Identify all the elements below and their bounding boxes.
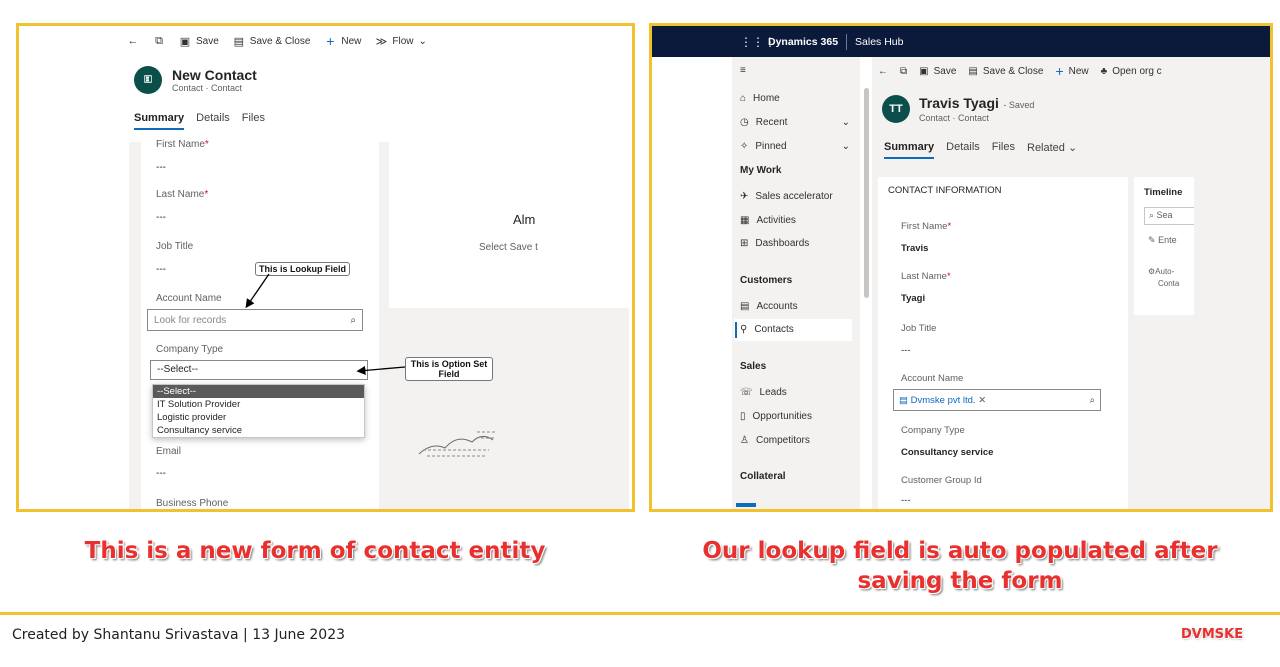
open-org-chart-button[interactable]: ♣ Open org c bbox=[1101, 66, 1162, 77]
plus-icon: + bbox=[1055, 63, 1064, 79]
footer-divider bbox=[0, 612, 1280, 615]
sidebar-item-accounts[interactable]: ▤ Accounts bbox=[740, 301, 850, 312]
save-close-icon: ▤ bbox=[968, 65, 978, 77]
tab-related[interactable]: Related ⌄ bbox=[1027, 141, 1077, 159]
org-chart-icon: ♣ bbox=[1100, 65, 1108, 77]
group-sales: Sales bbox=[740, 361, 767, 372]
sidebar-item-sales-accelerator[interactable]: ✈ Sales accelerator bbox=[740, 191, 850, 202]
dashboard-icon: ⊞ bbox=[740, 238, 749, 249]
timeline-auto-post-text: Conta bbox=[1158, 279, 1180, 288]
waffle-icon[interactable]: ⋮⋮⋮ bbox=[740, 35, 776, 49]
command-bar: ← ⧉ ▣ Save ▤ Save & Close + New ♣ Open org c bbox=[878, 61, 1162, 81]
tab-details[interactable]: Details bbox=[946, 141, 980, 159]
annotation-arrows bbox=[245, 273, 406, 375]
save-status: - Saved bbox=[1003, 100, 1035, 110]
last-name-value[interactable]: Tyagi bbox=[901, 293, 925, 304]
sidebar-active-indicator bbox=[735, 322, 737, 338]
timeline-note-input[interactable]: ✎ Ente bbox=[1148, 235, 1177, 246]
search-icon[interactable]: ⌕ bbox=[1090, 395, 1095, 406]
contact-avatar: TT bbox=[882, 95, 910, 123]
timeline-search-input[interactable]: ⌕ Sea bbox=[1144, 207, 1194, 225]
account-name-lookup-input[interactable]: ▤ Dvmske pvt ltd. ✕ ⌕ bbox=[893, 389, 1101, 411]
job-title-value[interactable]: --- bbox=[901, 345, 911, 356]
hamburger-menu-button[interactable]: ≡ bbox=[740, 65, 850, 76]
first-name-label: First Name* bbox=[901, 221, 952, 232]
sidebar-item-pinned[interactable]: ✧ Pinned ⌄ bbox=[740, 141, 850, 152]
app-name[interactable]: Sales Hub bbox=[855, 36, 903, 48]
last-name-label: Last Name* bbox=[901, 271, 951, 282]
pencil-icon: ✎ bbox=[1148, 235, 1156, 245]
remove-icon[interactable]: ✕ bbox=[978, 395, 986, 406]
tab-files[interactable]: Files bbox=[992, 141, 1015, 159]
saved-contact-screenshot-panel: ⋮⋮⋮ Dynamics 365 Sales Hub ≡ ⌂ Home ◷ Rece… bbox=[649, 23, 1273, 512]
timeline-auto-post: ⚙Auto- bbox=[1148, 267, 1175, 276]
group-customers: Customers bbox=[740, 275, 793, 286]
tab-summary[interactable]: Summary bbox=[884, 141, 935, 159]
save-button[interactable]: ▣ Save bbox=[919, 66, 956, 77]
right-caption: Our lookup field is auto populated after… bbox=[702, 538, 1218, 594]
save-icon: ▣ bbox=[919, 65, 929, 77]
contact-icon: ⚲ bbox=[740, 324, 748, 335]
record-header: TT Travis Tyagi - Saved Contact · Contac… bbox=[882, 95, 1034, 123]
account-icon: ▤ bbox=[740, 301, 750, 312]
area-switcher-indicator[interactable] bbox=[736, 503, 756, 507]
rocket-icon: ✈ bbox=[740, 191, 749, 202]
timeline-card: Timeline ⌕ Sea ✎ Ente ⚙Auto- Conta bbox=[1134, 177, 1194, 315]
contact-information-section: CONTACT INFORMATION First Name* Travis L… bbox=[878, 177, 1128, 509]
footer-credit: Created by Shantanu Srivastava | 13 June… bbox=[12, 627, 346, 643]
record-subtitle[interactable]: Contact · Contact bbox=[919, 113, 1034, 123]
hamburger-icon: ≡ bbox=[740, 65, 746, 76]
first-name-value[interactable]: Travis bbox=[901, 243, 928, 254]
group-my-work: My Work bbox=[740, 165, 782, 176]
sidebar-item-dashboards[interactable]: ⊞ Dashboards bbox=[740, 238, 850, 249]
home-icon: ⌂ bbox=[740, 93, 747, 104]
chevron-down-icon: ⌄ bbox=[841, 117, 850, 128]
sidebar-item-leads[interactable]: ☏ Leads bbox=[740, 387, 850, 398]
clock-icon: ◷ bbox=[740, 117, 749, 128]
competitor-icon: ♙ bbox=[740, 435, 749, 446]
section-title: CONTACT INFORMATION bbox=[888, 185, 1002, 196]
company-type-label: Company Type bbox=[901, 425, 965, 436]
company-type-value[interactable]: Consultancy service bbox=[901, 447, 993, 458]
record-main-area: ← ⧉ ▣ Save ▤ Save & Close + New ♣ Open org c… bbox=[872, 57, 1270, 509]
save-close-button[interactable]: ▤ Save & Close bbox=[968, 66, 1043, 77]
left-caption: This is a new form of contact entity bbox=[84, 538, 546, 564]
customer-group-label: Customer Group Id bbox=[901, 475, 982, 486]
sidebar-item-home[interactable]: ⌂ Home bbox=[740, 93, 850, 104]
activities-icon: ▦ bbox=[740, 215, 750, 226]
top-navigation-bar: ⋮⋮⋮ Dynamics 365 Sales Hub bbox=[652, 26, 1270, 57]
brand-logo: DVMSKE bbox=[1181, 627, 1244, 642]
new-contact-screenshot-panel: ← ⧉ ▣ Save ▤ Save & Close + New ≫ Flow ⌄ 🗉 Ne… bbox=[16, 23, 635, 512]
form-tabs: Summary Details Files Related ⌄ bbox=[884, 141, 1077, 159]
leads-icon: ☏ bbox=[740, 387, 753, 398]
new-button[interactable]: + New bbox=[1055, 63, 1088, 79]
customer-group-value[interactable]: --- bbox=[901, 495, 911, 506]
sidebar-item-opportunities[interactable]: ▯ Opportunities bbox=[740, 411, 850, 422]
record-title: Travis Tyagi bbox=[919, 95, 999, 111]
sidebar-item-recent[interactable]: ◷ Recent ⌄ bbox=[740, 117, 850, 128]
opportunity-icon: ▯ bbox=[740, 411, 746, 422]
back-button[interactable]: ← bbox=[878, 66, 888, 77]
site-map-sidebar: ≡ ⌂ Home ◷ Recent ⌄ ✧ Pinned ⌄ My Work ✈ Sales… bbox=[732, 57, 860, 509]
pin-icon: ✧ bbox=[740, 141, 749, 152]
product-name[interactable]: Dynamics 365 bbox=[768, 36, 838, 48]
timeline-title: Timeline bbox=[1144, 187, 1183, 198]
nav-divider bbox=[846, 33, 848, 50]
group-collateral: Collateral bbox=[740, 471, 786, 482]
sidebar-item-activities[interactable]: ▦ Activities bbox=[740, 215, 850, 226]
sidebar-scrollbar[interactable] bbox=[864, 88, 869, 298]
account-icon: ▤ bbox=[899, 394, 908, 406]
sidebar-item-contacts[interactable]: ⚲ Contacts bbox=[740, 324, 850, 335]
job-title-label: Job Title bbox=[901, 323, 937, 334]
account-name-label: Account Name bbox=[901, 373, 964, 384]
popout-button[interactable]: ⧉ bbox=[900, 66, 907, 77]
sidebar-item-competitors[interactable]: ♙ Competitors bbox=[740, 435, 850, 446]
chevron-down-icon: ⌄ bbox=[841, 141, 850, 152]
lookup-tag[interactable]: ▤ Dvmske pvt ltd. ✕ bbox=[899, 395, 986, 406]
